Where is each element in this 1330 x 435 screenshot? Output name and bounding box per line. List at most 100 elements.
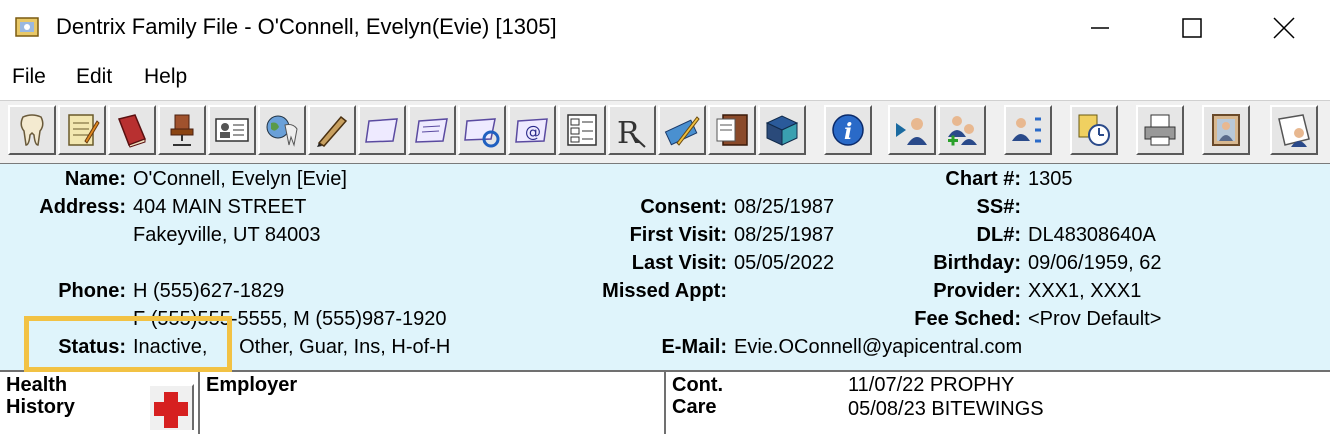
close-icon [1273, 17, 1295, 39]
address-line-2: Fakeyville, UT 84003 [133, 224, 321, 246]
globe-tooth-icon [266, 115, 298, 147]
toolbar-button-clock-reminder[interactable] [1070, 105, 1118, 155]
toolbar-button-list-grid[interactable] [558, 105, 606, 155]
info-icon: i [832, 114, 864, 146]
toolbar-button-rx[interactable]: R [608, 105, 656, 155]
menu-help[interactable]: Help [144, 65, 187, 89]
ss-label: SS#: [976, 196, 1021, 218]
toolbar-button-pencil-ruler[interactable] [658, 105, 706, 155]
consent-label: Consent: [640, 196, 727, 218]
provider-label: Provider: [933, 280, 1021, 302]
printer-icon [1144, 114, 1176, 146]
dl-value: DL48308640A [1028, 224, 1156, 246]
health-history-label-2: History [6, 396, 75, 418]
toolbar-button-print[interactable] [1136, 105, 1184, 155]
patient-card-icon [1278, 114, 1310, 147]
dentrix-app-icon[interactable] [14, 14, 42, 40]
svg-text:i: i [844, 119, 852, 145]
first-visit-label: First Visit: [629, 224, 727, 246]
blank-card-icon [365, 118, 398, 143]
toolbar-button-blank-card[interactable] [358, 105, 406, 155]
title-bar: Dentrix Family File - O'Connell, Evelyn(… [0, 0, 1330, 56]
menu-bar: File Edit Help [0, 60, 1330, 96]
toolbar-button-patient-card[interactable] [1270, 105, 1318, 155]
minimize-button[interactable] [1070, 10, 1130, 46]
care-item-2: 05/08/23 BITEWINGS [848, 398, 1044, 420]
continuing-care-label-1[interactable]: Cont. [672, 374, 723, 396]
care-item-1: 11/07/22 PROPHY [848, 374, 1015, 396]
box-icon [765, 115, 799, 146]
health-history-label-1: Health [6, 374, 68, 396]
toolbar-button-chair[interactable] [158, 105, 206, 155]
continuing-care-label-2[interactable]: Care [672, 396, 716, 418]
close-button[interactable] [1254, 10, 1314, 46]
family-members-icon [1012, 117, 1041, 143]
last-visit-label: Last Visit: [631, 252, 727, 274]
email-label: E-Mail: [661, 336, 727, 358]
fee-schedule-label: Fee Sched: [914, 308, 1021, 330]
minimize-icon [1091, 27, 1109, 29]
status-flags: , Other, Guar, Ins, H-of-H [228, 336, 451, 358]
toolbar-button-box[interactable] [758, 105, 806, 155]
toolbar-button-patient-arrow[interactable] [888, 105, 936, 155]
toolbar: @ R i [0, 100, 1330, 165]
patient-arrow-icon [896, 118, 927, 145]
chart-number: 1305 [1028, 168, 1073, 190]
missed-appt-label: Missed Appt: [602, 280, 727, 302]
toolbar-button-notepad[interactable] [58, 105, 106, 155]
address-label: Address: [39, 196, 126, 218]
birthday-label: Birthday: [933, 252, 1021, 274]
book-icon [117, 114, 146, 148]
svg-text:@: @ [525, 122, 541, 141]
file-cabinet-icon [716, 114, 748, 146]
office-chair-icon [170, 114, 194, 146]
bottom-divider-1 [198, 372, 200, 434]
refresh-card-icon [464, 118, 500, 148]
last-visit-date: 05/05/2022 [734, 252, 835, 274]
health-history-button[interactable] [148, 384, 194, 430]
toolbar-button-pen[interactable] [308, 105, 356, 155]
toolbar-button-file-cabinet[interactable] [708, 105, 756, 155]
status-highlight-box [24, 316, 232, 372]
toolbar-button-book[interactable] [108, 105, 156, 155]
dl-label: DL#: [976, 224, 1021, 246]
email-value: Evie.OConnell@yapicentral.com [734, 336, 1023, 358]
fee-schedule-value: <Prov Default> [1028, 308, 1162, 330]
toolbar-button-id-card[interactable] [208, 105, 256, 155]
window-title: Dentrix Family File - O'Connell, Evelyn(… [56, 14, 557, 39]
menu-file[interactable]: File [12, 65, 46, 89]
pen-icon [317, 115, 348, 147]
birthday-value: 09/06/1959, 62 [1028, 252, 1162, 274]
rx-icon: R [617, 116, 646, 149]
pencil-ruler-icon [664, 116, 700, 146]
provider-value: XXX1, XXX1 [1028, 280, 1142, 302]
phone-line-1: H (555)627-1829 [133, 280, 285, 302]
toolbar-button-refresh-card[interactable] [458, 105, 506, 155]
maximize-button[interactable] [1162, 10, 1222, 46]
menu-edit[interactable]: Edit [76, 65, 112, 89]
svg-text:R: R [617, 116, 641, 149]
name-label: Name: [64, 168, 126, 190]
toolbar-button-family-members[interactable] [1004, 105, 1052, 155]
toolbar-button-add-family[interactable] [938, 105, 986, 155]
tooth-icon [20, 114, 44, 146]
phone-label: Phone: [58, 280, 126, 302]
toolbar-button-globe[interactable] [258, 105, 306, 155]
consent-date: 08/25/1987 [734, 196, 835, 218]
lines-card-icon [415, 118, 448, 143]
bottom-divider-2 [664, 372, 666, 434]
first-visit-date: 08/25/1987 [734, 224, 835, 246]
email-card-icon: @ [515, 118, 548, 143]
employer-label[interactable]: Employer [206, 374, 297, 396]
notepad-icon [68, 114, 100, 146]
patient-name: O'Connell, Evelyn [Evie] [133, 168, 347, 190]
toolbar-button-info[interactable]: i [824, 105, 872, 155]
maximize-icon [1182, 18, 1202, 38]
list-grid-icon [567, 114, 597, 146]
toolbar-button-email-card[interactable]: @ [508, 105, 556, 155]
clock-reminder-icon [1078, 114, 1110, 146]
toolbar-button-tooth[interactable] [8, 105, 56, 155]
address-line-1: 404 MAIN STREET [133, 196, 307, 218]
toolbar-button-lines-card[interactable] [408, 105, 456, 155]
toolbar-button-picture[interactable] [1202, 105, 1250, 155]
